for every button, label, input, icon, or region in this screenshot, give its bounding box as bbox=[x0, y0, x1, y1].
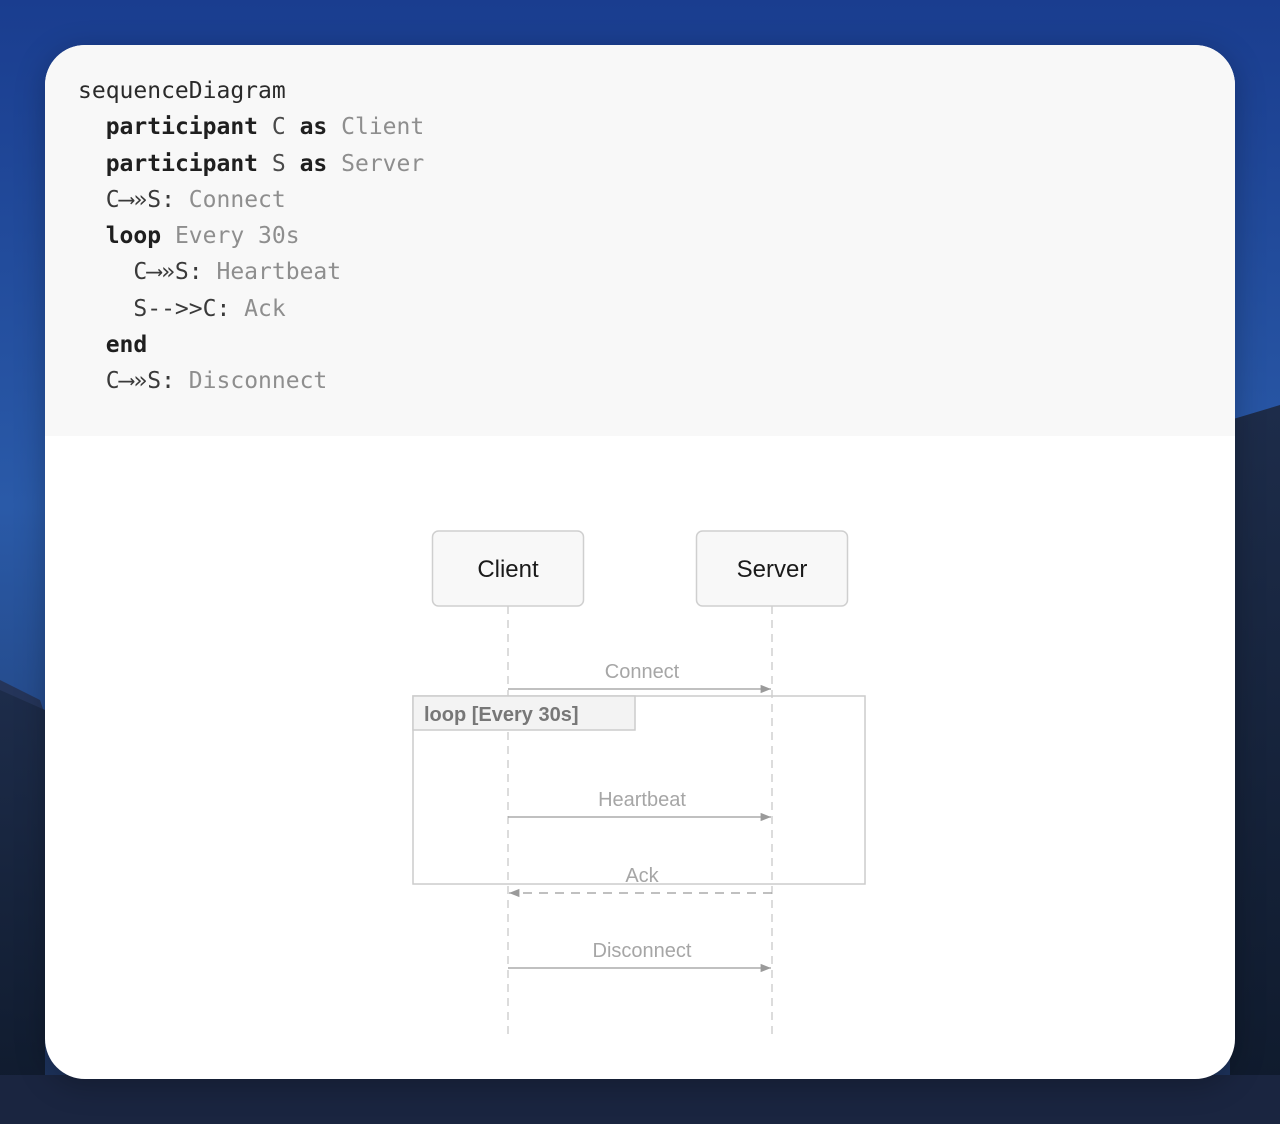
sequence-diagram: loop [Every 30s] Client Server Connect Heart… bbox=[45, 436, 1235, 1079]
code-token: as bbox=[299, 150, 328, 177]
code-token: C⟶»S: bbox=[133, 259, 203, 286]
code-line: S-->>C: Ack bbox=[78, 291, 424, 327]
code-token: loop bbox=[105, 223, 162, 250]
sequence-diagram-canvas: loop [Every 30s] Client Server Connect Heart… bbox=[412, 530, 866, 1040]
code-token: Client bbox=[327, 114, 425, 141]
code-token: Heartbeat bbox=[202, 259, 342, 286]
message-label-heartbeat: Heartbeat bbox=[598, 789, 686, 811]
code-token: as bbox=[299, 114, 328, 141]
message-label-connect: Connect bbox=[605, 661, 680, 683]
participant-label-client: Client bbox=[477, 556, 539, 583]
code-token: C⟶»S: bbox=[105, 368, 175, 395]
code-token: participant bbox=[105, 114, 259, 141]
code-token: end bbox=[105, 332, 148, 359]
code-token: Ack bbox=[230, 295, 286, 322]
code-line: C⟶»S: Heartbeat bbox=[78, 254, 424, 290]
code-token: Server bbox=[327, 150, 425, 177]
code-token: Disconnect bbox=[174, 368, 328, 395]
code-token: S-->>C: bbox=[133, 295, 231, 322]
mermaid-source-code: sequenceDiagram participant C as Client … bbox=[78, 73, 424, 400]
code-line: participant S as Server bbox=[78, 146, 425, 182]
code-token: C⟶»S: bbox=[105, 186, 175, 213]
code-line: loop Every 30s bbox=[78, 218, 424, 254]
participant-label-server: Server bbox=[737, 556, 808, 583]
code-line: C⟶»S: Connect bbox=[78, 182, 424, 218]
code-token: Connect bbox=[174, 186, 286, 213]
loop-label: loop [Every 30s] bbox=[424, 704, 579, 726]
code-line: participant C as Client bbox=[78, 109, 425, 145]
card: sequenceDiagram participant C as Client … bbox=[45, 45, 1235, 1079]
code-token: C bbox=[258, 114, 300, 141]
code-token: participant bbox=[105, 150, 259, 177]
code-line: sequenceDiagram bbox=[78, 73, 424, 109]
message-label-ack: Ack bbox=[625, 865, 659, 887]
message-label-disconnect: Disconnect bbox=[593, 940, 692, 962]
code-token: sequenceDiagram bbox=[78, 78, 286, 104]
code-panel: sequenceDiagram participant C as Client … bbox=[45, 45, 1235, 436]
code-line: end bbox=[78, 327, 424, 363]
code-line: C⟶»S: Disconnect bbox=[78, 363, 424, 399]
code-token: S bbox=[258, 150, 300, 177]
code-token: Every 30s bbox=[161, 223, 300, 250]
